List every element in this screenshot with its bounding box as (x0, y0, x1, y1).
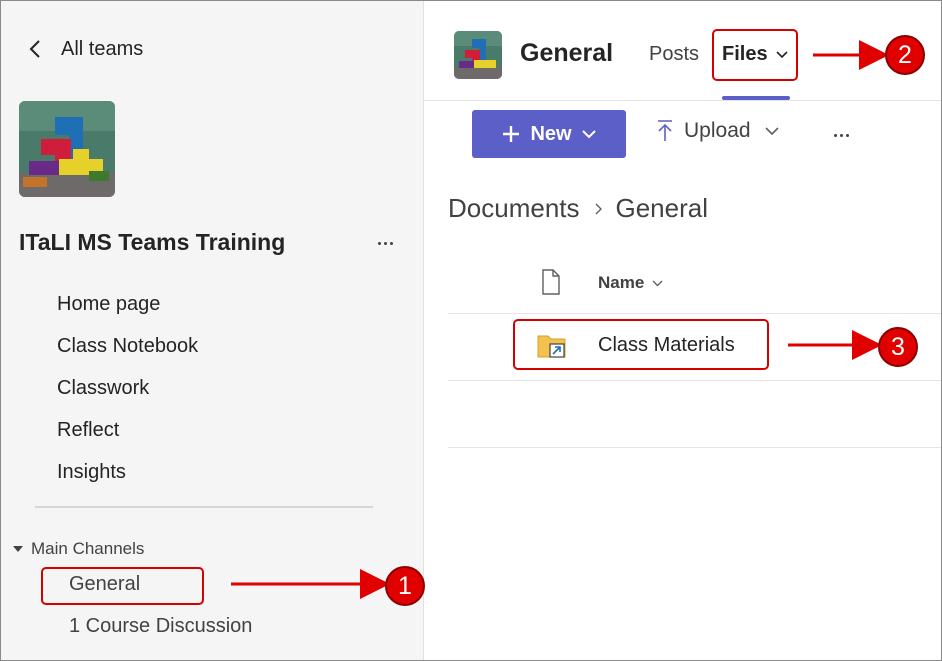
chevron-left-icon (29, 35, 47, 63)
team-name: ITaLI MS Teams Training (19, 229, 286, 255)
chevron-right-icon (595, 203, 602, 214)
plus-icon (503, 126, 520, 142)
all-teams-link[interactable]: All teams (29, 35, 143, 63)
nav-item-home-page[interactable]: Home page (57, 287, 198, 329)
caret-down-icon (13, 546, 23, 552)
breadcrumb-current: General (615, 193, 709, 223)
chevron-down-icon (764, 126, 779, 135)
nav-item-class-notebook[interactable]: Class Notebook (57, 329, 198, 371)
callout-badge: 3 (878, 327, 918, 367)
section-label: Main Channels (31, 539, 145, 558)
channel-avatar (454, 31, 502, 79)
breadcrumb: Documents General (448, 193, 708, 224)
chevron-down-icon (581, 129, 596, 138)
chevron-down-icon (652, 280, 663, 286)
channel-course-discussion[interactable]: 1 Course Discussion (69, 615, 252, 638)
team-more-options-icon[interactable] (371, 233, 399, 253)
new-label: New (530, 122, 572, 145)
name-column-header[interactable]: Name (598, 273, 663, 293)
empty-row (448, 381, 941, 448)
all-teams-label: All teams (61, 37, 144, 60)
highlight-class-materials (513, 319, 769, 370)
breadcrumb-documents[interactable]: Documents (448, 193, 580, 224)
toolbar-more-icon[interactable] (829, 127, 853, 143)
upload-button[interactable]: Upload (656, 119, 779, 143)
upload-label: Upload (684, 119, 751, 142)
callout-badge: 2 (885, 35, 925, 75)
upload-icon (658, 120, 672, 141)
nav-item-classwork[interactable]: Classwork (57, 371, 198, 413)
team-avatar[interactable] (19, 101, 115, 197)
sidebar-divider (35, 506, 373, 508)
name-header-label: Name (598, 273, 645, 292)
file-list-header: Name (448, 261, 941, 314)
tab-posts[interactable]: Posts (649, 43, 699, 66)
channel-header: General Posts Files (424, 1, 941, 101)
team-nav: Home page Class Notebook Classwork Refle… (57, 287, 198, 497)
highlight-general-channel (41, 567, 204, 605)
main-channels-toggle[interactable]: Main Channels (13, 539, 144, 559)
file-type-icon (542, 269, 560, 295)
active-tab-indicator (722, 96, 790, 100)
highlight-files-tab (712, 29, 798, 81)
app-frame: All teams ITaLI MS Teams Training Home p… (0, 0, 942, 661)
new-button[interactable]: New (472, 110, 626, 158)
callout-badge: 1 (385, 566, 425, 606)
nav-item-reflect[interactable]: Reflect (57, 413, 198, 455)
team-sidebar: All teams ITaLI MS Teams Training Home p… (1, 1, 424, 660)
nav-item-insights[interactable]: Insights (57, 455, 198, 497)
channel-title: General (520, 39, 614, 67)
